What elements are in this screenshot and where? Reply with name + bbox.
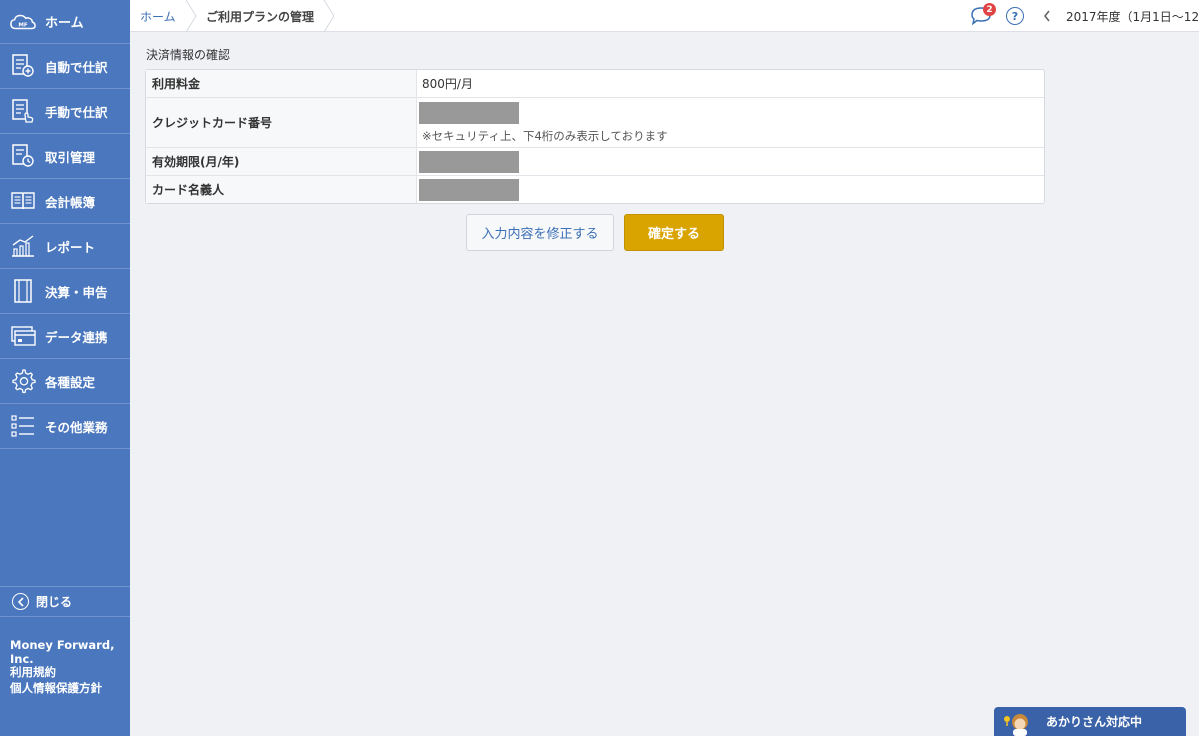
auto-journal-icon	[10, 53, 36, 79]
sidebar-item-other[interactable]: その他業務	[0, 404, 130, 449]
report-chart-icon	[10, 233, 36, 259]
sidebar-item-label: ホーム	[45, 16, 84, 31]
security-note: ※セキュリティ上、下4桁のみ表示しております	[422, 128, 668, 143]
fiscal-year-label[interactable]: 2017年度（1月1日〜12月	[1066, 0, 1199, 32]
transaction-icon	[10, 143, 36, 169]
support-avatar-icon	[994, 707, 1034, 736]
svg-text:MF: MF	[18, 22, 28, 28]
sidebar-item-label: 手動で仕訳	[45, 104, 108, 120]
company-name: Money Forward, Inc.	[10, 638, 115, 666]
help-icon[interactable]: ?	[1006, 7, 1024, 25]
data-link-icon	[10, 323, 36, 349]
payment-info-table: 利用料金 800円/月 クレジットカード番号 ※セキュリティ上、下4桁のみ表示し…	[145, 69, 1045, 204]
sidebar-item-label: その他業務	[45, 419, 108, 435]
edit-input-button[interactable]: 入力内容を修正する	[466, 214, 614, 251]
settlement-icon	[10, 278, 36, 304]
cardholder-masked	[419, 178, 519, 201]
sidebar-close-button[interactable]: 閉じる	[0, 586, 130, 617]
table-row: 利用料金 800円/月	[146, 70, 1044, 98]
support-chat-widget[interactable]: あかりさん対応中	[994, 707, 1186, 736]
chevron-left-icon[interactable]	[1042, 9, 1052, 23]
sidebar-item-home[interactable]: MF ホーム	[0, 0, 130, 44]
confirm-button[interactable]: 確定する	[624, 214, 724, 251]
sidebar-item-settings[interactable]: 各種設定	[0, 359, 130, 404]
top-header: ホーム ご利用プランの管理 2 ? 2017年度（1月1日〜12月	[130, 0, 1199, 32]
sidebar-item-manual-journal[interactable]: 手動で仕訳	[0, 89, 130, 134]
monthly-fee-value: 800円/月	[417, 70, 1044, 98]
sidebar-item-auto-journal[interactable]: 自動で仕訳	[0, 44, 130, 89]
row-label: 利用料金	[146, 70, 417, 98]
breadcrumb-separator-icon	[185, 0, 197, 32]
sidebar-item-label: 決算・申告	[45, 284, 108, 300]
sidebar-item-label: データ連携	[45, 329, 108, 345]
sidebar-item-data-link[interactable]: データ連携	[0, 314, 130, 359]
row-label: クレジットカード番号	[146, 98, 417, 148]
sidebar: MF ホーム 自動で仕訳 手動で仕訳 取引管理 会計帳簿 レポート 決算・申告 …	[0, 0, 130, 736]
cloud-logo-icon: MF	[10, 9, 36, 35]
table-row: クレジットカード番号 ※セキュリティ上、下4桁のみ表示しております	[146, 98, 1044, 148]
sidebar-item-report[interactable]: レポート	[0, 224, 130, 269]
sidebar-item-ledger[interactable]: 会計帳簿	[0, 179, 130, 224]
table-row: 有効期限(月/年)	[146, 148, 1044, 176]
sidebar-item-label: 各種設定	[45, 374, 96, 390]
row-label: 有効期限(月/年)	[146, 148, 417, 176]
sidebar-close-label: 閉じる	[36, 595, 73, 609]
section-title: 決済情報の確認	[146, 48, 231, 62]
privacy-policy-link[interactable]: 個人情報保護方針	[10, 680, 102, 696]
sidebar-item-label: 会計帳簿	[45, 194, 96, 210]
terms-link[interactable]: 利用規約	[10, 664, 102, 680]
sidebar-item-settlement[interactable]: 決算・申告	[0, 269, 130, 314]
sidebar-item-label: 取引管理	[45, 149, 96, 165]
manual-journal-icon	[10, 98, 36, 124]
breadcrumb-current: ご利用プランの管理	[206, 9, 315, 24]
breadcrumb-separator-icon	[323, 0, 335, 32]
table-row: カード名義人	[146, 176, 1044, 203]
breadcrumb-home[interactable]: ホーム	[140, 0, 176, 32]
support-chat-label: あかりさん対応中	[1046, 715, 1143, 729]
row-label: カード名義人	[146, 176, 417, 203]
sidebar-item-label: レポート	[45, 239, 96, 255]
footer-links: 利用規約 個人情報保護方針	[10, 664, 102, 696]
sidebar-item-label: 自動で仕訳	[45, 59, 108, 75]
list-icon	[10, 413, 36, 439]
chevron-left-icon	[12, 593, 29, 610]
sidebar-item-transactions[interactable]: 取引管理	[0, 134, 130, 179]
expiry-masked	[419, 150, 519, 173]
gear-icon	[10, 368, 36, 394]
notification-badge: 2	[983, 3, 996, 16]
ledger-book-icon	[10, 188, 36, 214]
card-number-masked	[419, 101, 519, 124]
